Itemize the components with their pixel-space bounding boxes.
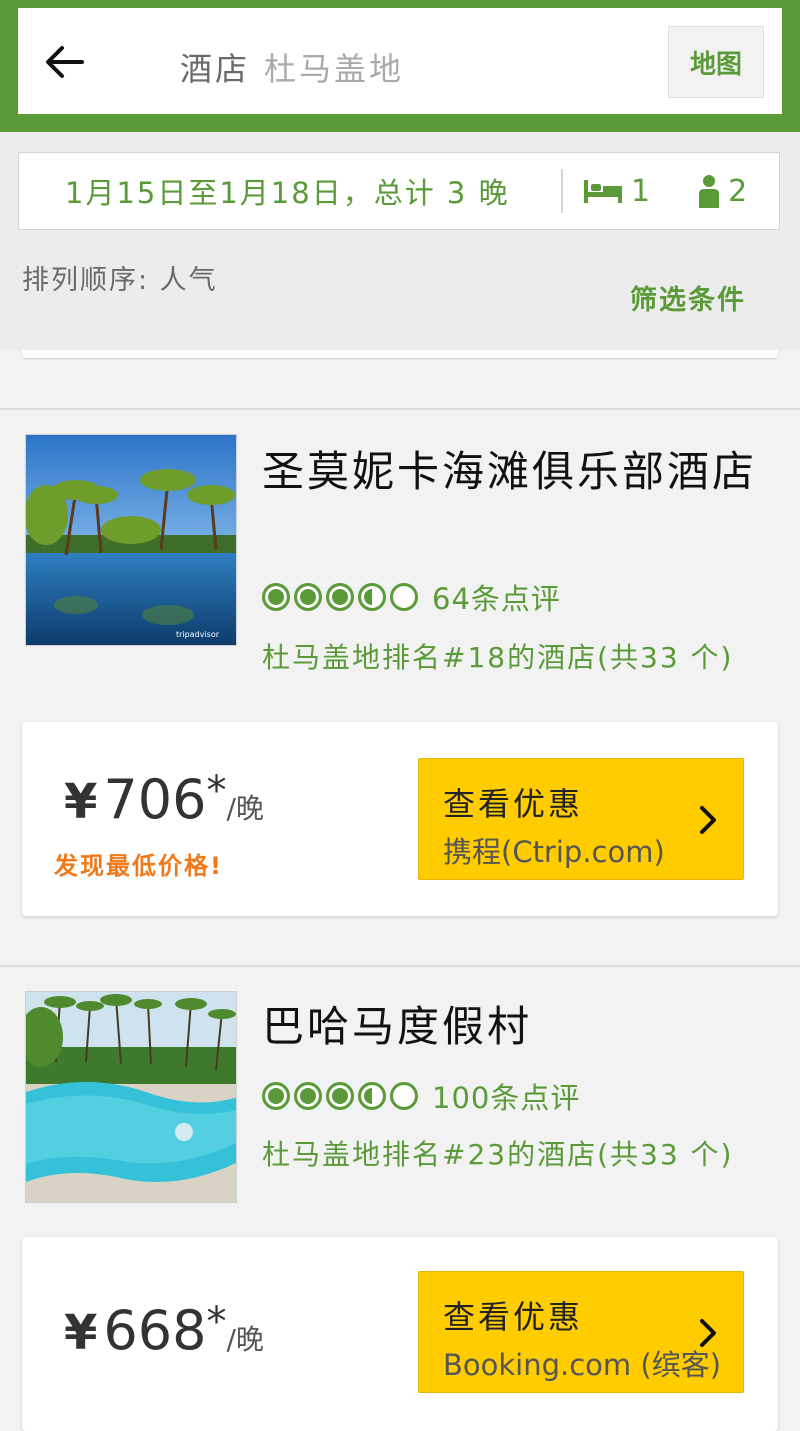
svg-text:tripadvisor: tripadvisor [176, 630, 220, 639]
hotel-photo[interactable] [25, 991, 237, 1203]
rating-bubble-icon [390, 583, 418, 611]
hotel-rank: 杜马盖地排名#18的酒店(共33 个) [262, 641, 734, 674]
rating-bubble-icon [294, 583, 322, 611]
price-asterisk: * [206, 768, 227, 814]
deal-title: 查看优惠 [443, 785, 584, 823]
guests-count: 2 [728, 173, 748, 209]
rating-bubble-icon [262, 583, 290, 611]
hotel-rank: 杜马盖地排名#23的酒店(共33 个) [262, 1138, 734, 1171]
rating-bubble-icon [326, 1082, 354, 1110]
review-count[interactable]: 64条点评 [432, 576, 561, 618]
per-night-label: /晚 [226, 1323, 264, 1356]
back-button[interactable] [36, 34, 92, 90]
search-query[interactable]: 酒店 杜马盖地 [180, 44, 404, 90]
currency-symbol: ¥ [64, 774, 98, 830]
sort-order[interactable]: 排列顺序: 人气 [22, 258, 218, 297]
view-deal-button[interactable]: 查看优惠 Booking.com (缤客) [418, 1271, 744, 1393]
deal-title: 查看优惠 [443, 1298, 584, 1336]
rating-bubbles [262, 583, 422, 611]
search-category: 酒店 [180, 50, 251, 88]
hotel-photo[interactable]: tripadvisor [25, 434, 237, 646]
review-count[interactable]: 100条点评 [432, 1075, 580, 1117]
price: ¥ 706 * /晚 [64, 768, 264, 831]
previous-card-edge [22, 350, 778, 358]
rating-bubble-icon [390, 1082, 418, 1110]
map-button[interactable]: 地图 [668, 26, 764, 98]
filter-area: 1月15日至1月18日，总计 3 晚 1 2 排列顺序: 人气 筛选条件 [0, 132, 800, 350]
currency-symbol: ¥ [64, 1305, 98, 1361]
person-icon [699, 175, 720, 208]
bed-icon [584, 180, 622, 203]
rating-bubble-icon [262, 1082, 290, 1110]
divider [561, 169, 563, 213]
top-bar: 酒店 杜马盖地 地图 [0, 0, 800, 132]
hotel-name[interactable]: 圣莫妮卡海滩俱乐部酒店 [262, 444, 772, 499]
rating-bubbles [262, 1082, 422, 1110]
rating-bubble-icon [358, 583, 386, 611]
chevron-right-icon [700, 806, 716, 834]
view-deal-button[interactable]: 查看优惠 携程(Ctrip.com) [418, 758, 744, 880]
resort-pool-photo [26, 992, 236, 1202]
deal-provider: 携程(Ctrip.com) [443, 835, 665, 869]
rating-bubble-icon [326, 583, 354, 611]
date-guest-bar[interactable]: 1月15日至1月18日，总计 3 晚 1 2 [18, 152, 780, 230]
search-box[interactable]: 酒店 杜马盖地 地图 [18, 8, 782, 114]
chevron-right-icon [700, 1319, 716, 1347]
guests-selector[interactable]: 2 [698, 174, 747, 209]
filter-button[interactable]: 筛选条件 [630, 278, 746, 317]
rating-row: 64条点评 [262, 576, 561, 618]
lowest-price-note: 发现最低价格! [54, 852, 223, 880]
search-location: 杜马盖地 [264, 50, 405, 88]
price-amount: 668 [103, 1299, 207, 1362]
back-arrow-icon [46, 46, 84, 78]
rating-bubble-icon [294, 1082, 322, 1110]
price-asterisk: * [206, 1299, 227, 1345]
hotel-list-item[interactable]: tripadvisor 圣莫妮卡海滩俱乐部酒店 64条点评 杜马盖地排名#18的… [0, 408, 800, 967]
rooms-selector[interactable]: 1 [583, 174, 650, 209]
price-amount: 706 [103, 768, 207, 831]
price-card: ¥ 706 * /晚 发现最低价格! 查看优惠 携程(Ctrip.com) [22, 722, 778, 916]
per-night-label: /晚 [226, 792, 264, 825]
rating-row: 100条点评 [262, 1075, 580, 1117]
hotel-list-item[interactable]: 巴哈马度假村 100条点评 杜马盖地排名#23的酒店(共33 个) ¥ 668 … [0, 965, 800, 1431]
rooms-count: 1 [631, 173, 651, 209]
stay-dates[interactable]: 1月15日至1月18日，总计 3 晚 [19, 170, 545, 212]
hotel-name[interactable]: 巴哈马度假村 [262, 999, 772, 1054]
price: ¥ 668 * /晚 [64, 1299, 264, 1362]
rating-bubble-icon [358, 1082, 386, 1110]
deal-provider: Booking.com (缤客) [443, 1348, 722, 1382]
price-card: ¥ 668 * /晚 查看优惠 Booking.com (缤客) [22, 1237, 778, 1431]
beach-pool-photo: tripadvisor [26, 435, 236, 645]
